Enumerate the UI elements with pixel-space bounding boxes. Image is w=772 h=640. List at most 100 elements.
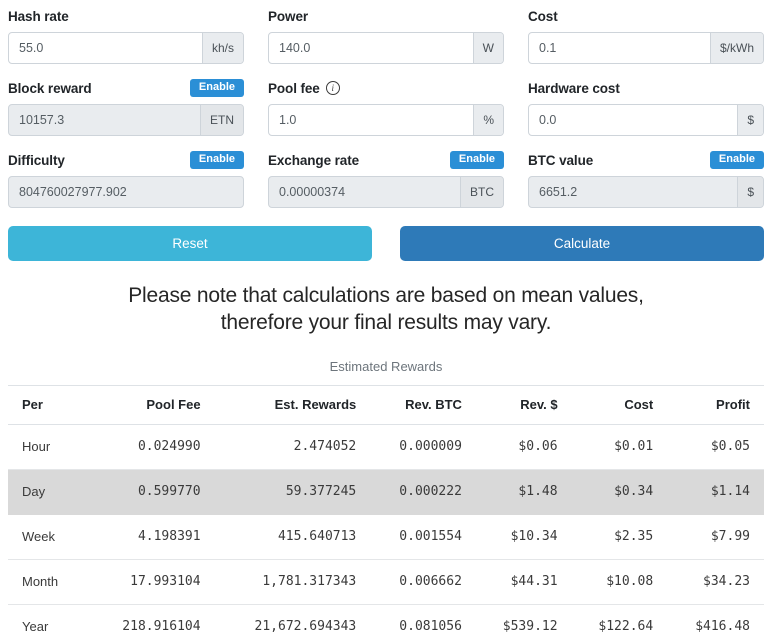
field-header-hardware-cost: Hardware cost — [528, 78, 764, 98]
enable-toggle-block-reward[interactable]: Enable — [190, 79, 244, 97]
unit-addon-cost: $/kWh — [710, 33, 763, 63]
input-exchange-rate[interactable]: 0.00000374 — [269, 177, 460, 207]
cell-3-1: 17.993104 — [85, 559, 211, 604]
input-group-difficulty: 804760027977.902 — [8, 176, 244, 208]
input-pool-fee[interactable]: 1.0 — [269, 105, 473, 135]
field-pool-fee: Pool fee i 1.0% — [268, 78, 504, 136]
field-header-power: Power — [268, 6, 504, 26]
cell-0-6: $0.05 — [663, 424, 764, 469]
column-header-5: Cost — [568, 385, 664, 424]
input-block-reward[interactable]: 10157.3 — [9, 105, 200, 135]
rewards-table: PerPool FeeEst. RewardsRev. BTCRev. $Cos… — [8, 385, 764, 640]
input-btc-value[interactable]: 6651.2 — [529, 177, 737, 207]
enable-toggle-difficulty[interactable]: Enable — [190, 151, 244, 169]
cell-0-4: $0.06 — [472, 424, 568, 469]
rewards-table-head: PerPool FeeEst. RewardsRev. BTCRev. $Cos… — [8, 385, 764, 424]
field-header-pool-fee: Pool fee i — [268, 78, 504, 98]
field-header-block-reward: Block reward Enable — [8, 78, 244, 98]
cell-3-6: $34.23 — [663, 559, 764, 604]
input-group-cost: 0.1$/kWh — [528, 32, 764, 64]
cell-4-5: $122.64 — [568, 604, 664, 640]
input-power[interactable]: 140.0 — [269, 33, 473, 63]
calculate-button[interactable]: Calculate — [400, 226, 764, 261]
disclaimer-note: Please note that calculations are based … — [34, 283, 738, 337]
field-cost: Cost 0.1$/kWh — [528, 6, 764, 64]
label-block-reward: Block reward — [8, 81, 92, 96]
cell-3-2: 1,781.317343 — [211, 559, 367, 604]
cell-2-6: $7.99 — [663, 514, 764, 559]
cell-4-2: 21,672.694343 — [211, 604, 367, 640]
unit-addon-hash-rate: kh/s — [202, 33, 243, 63]
cell-3-4: $44.31 — [472, 559, 568, 604]
disclaimer-line-1: Please note that calculations are based … — [34, 283, 738, 310]
mining-calculator-page: Hash rate 55.0kh/s Power 140.0W Cost 0.1$/kWh… — [0, 0, 772, 640]
rewards-table-body: Hour0.0249902.4740520.000009$0.06$0.01$0… — [8, 424, 764, 640]
column-header-0: Per — [8, 385, 85, 424]
label-pool-fee: Pool fee — [268, 81, 320, 96]
cell-3-0: Month — [8, 559, 85, 604]
field-header-hash-rate: Hash rate — [8, 6, 244, 26]
field-block-reward: Block reward Enable 10157.3ETN — [8, 78, 244, 136]
cell-2-1: 4.198391 — [85, 514, 211, 559]
cell-2-4: $10.34 — [472, 514, 568, 559]
input-difficulty[interactable]: 804760027977.902 — [9, 177, 243, 207]
field-hardware-cost: Hardware cost 0.0$ — [528, 78, 764, 136]
table-row: Hour0.0249902.4740520.000009$0.06$0.01$0… — [8, 424, 764, 469]
cell-1-4: $1.48 — [472, 469, 568, 514]
table-row: Month17.9931041,781.3173430.006662$44.31… — [8, 559, 764, 604]
field-btc-value: BTC value Enable 6651.2$ — [528, 150, 764, 208]
column-header-2: Est. Rewards — [211, 385, 367, 424]
cell-2-0: Week — [8, 514, 85, 559]
input-cost[interactable]: 0.1 — [529, 33, 710, 63]
input-group-hardware-cost: 0.0$ — [528, 104, 764, 136]
cell-2-5: $2.35 — [568, 514, 664, 559]
unit-addon-exchange-rate: BTC — [460, 177, 503, 207]
input-group-pool-fee: 1.0% — [268, 104, 504, 136]
cell-1-2: 59.377245 — [211, 469, 367, 514]
cell-3-5: $10.08 — [568, 559, 664, 604]
input-hardware-cost[interactable]: 0.0 — [529, 105, 737, 135]
calculator-form: Hash rate 55.0kh/s Power 140.0W Cost 0.1$/kWh… — [0, 0, 772, 222]
cell-4-6: $416.48 — [663, 604, 764, 640]
input-group-power: 140.0W — [268, 32, 504, 64]
column-header-1: Pool Fee — [85, 385, 211, 424]
column-header-4: Rev. $ — [472, 385, 568, 424]
cell-4-4: $539.12 — [472, 604, 568, 640]
table-row: Week4.198391415.6407130.001554$10.34$2.3… — [8, 514, 764, 559]
field-header-cost: Cost — [528, 6, 764, 26]
action-buttons: Reset Calculate — [0, 222, 772, 261]
input-hash-rate[interactable]: 55.0 — [9, 33, 202, 63]
info-circle-icon[interactable]: i — [326, 81, 340, 95]
column-header-3: Rev. BTC — [366, 385, 472, 424]
input-group-hash-rate: 55.0kh/s — [8, 32, 244, 64]
label-exchange-rate: Exchange rate — [268, 153, 359, 168]
cell-2-3: 0.001554 — [366, 514, 472, 559]
field-header-btc-value: BTC value Enable — [528, 150, 764, 170]
cell-2-2: 415.640713 — [211, 514, 367, 559]
rewards-table-section: Estimated Rewards PerPool FeeEst. Reward… — [0, 359, 772, 640]
cell-1-6: $1.14 — [663, 469, 764, 514]
reset-button[interactable]: Reset — [8, 226, 372, 261]
label-btc-value: BTC value — [528, 153, 593, 168]
label-power: Power — [268, 9, 308, 24]
field-power: Power 140.0W — [268, 6, 504, 64]
cell-0-2: 2.474052 — [211, 424, 367, 469]
table-header-row: PerPool FeeEst. RewardsRev. BTCRev. $Cos… — [8, 385, 764, 424]
column-header-6: Profit — [663, 385, 764, 424]
cell-4-3: 0.081056 — [366, 604, 472, 640]
cell-0-5: $0.01 — [568, 424, 664, 469]
unit-addon-hardware-cost: $ — [737, 105, 763, 135]
field-difficulty: DifficultyEnable804760027977.902 — [8, 150, 244, 208]
cell-0-0: Hour — [8, 424, 85, 469]
cell-1-3: 0.000222 — [366, 469, 472, 514]
unit-addon-block-reward: ETN — [200, 105, 243, 135]
input-group-btc-value: 6651.2$ — [528, 176, 764, 208]
table-row: Day0.59977059.3772450.000222$1.48$0.34$1… — [8, 469, 764, 514]
unit-addon-btc-value: $ — [737, 177, 763, 207]
field-hash-rate: Hash rate 55.0kh/s — [8, 6, 244, 64]
enable-toggle-exchange-rate[interactable]: Enable — [450, 151, 504, 169]
label-hash-rate: Hash rate — [8, 9, 69, 24]
cell-0-3: 0.000009 — [366, 424, 472, 469]
enable-toggle-btc-value[interactable]: Enable — [710, 151, 764, 169]
cell-1-1: 0.599770 — [85, 469, 211, 514]
